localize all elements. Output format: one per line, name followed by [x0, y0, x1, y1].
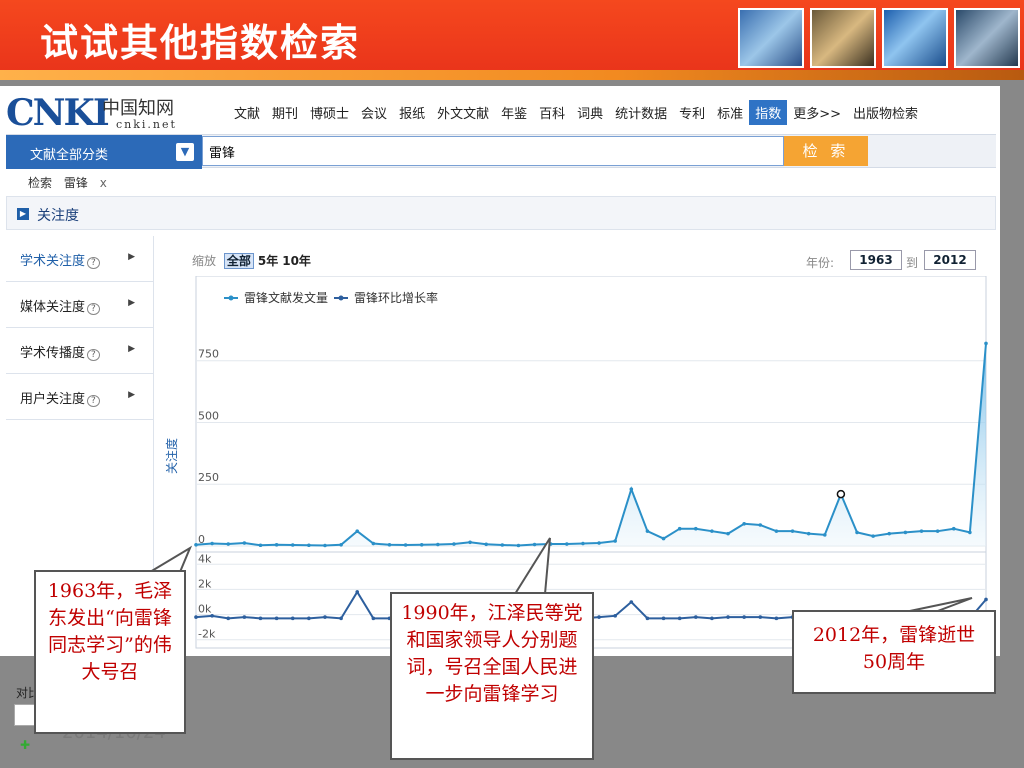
callout-1963: 1963年，毛泽东发出“向雷锋同志学习”的伟大号召	[34, 570, 186, 734]
callout-1990: 1990年，江泽民等党和国家领导人分别题词，号召全国人民进一步向雷锋学习	[390, 592, 594, 760]
callout-tail-1990	[513, 537, 551, 595]
callout-2012: 2012年，雷锋逝世50周年	[792, 610, 996, 694]
callout-tail-1963	[146, 545, 193, 573]
